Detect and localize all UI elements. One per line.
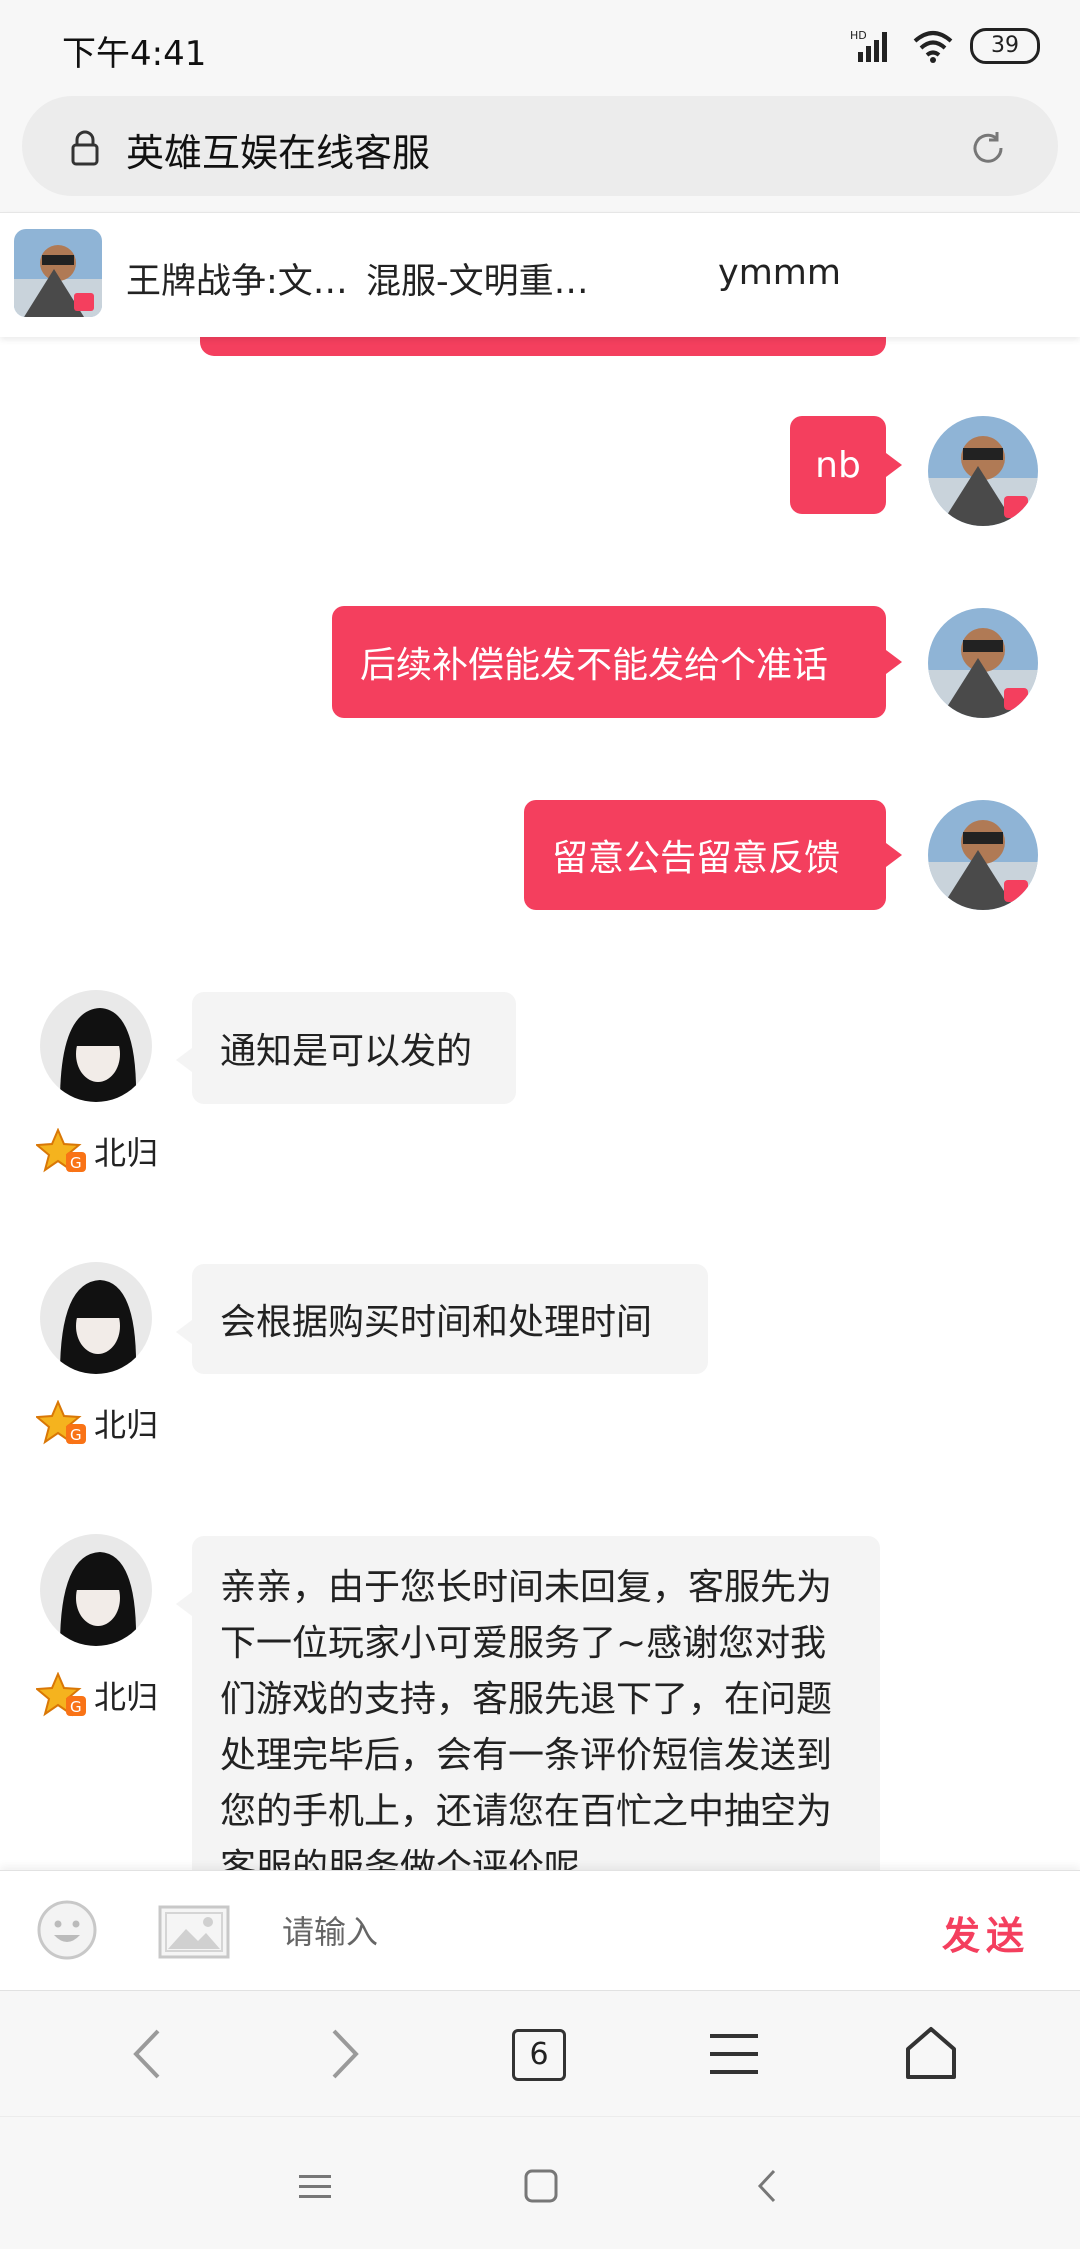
agent-avatar[interactable] <box>40 1534 152 1646</box>
level-star-icon: G <box>36 1128 86 1173</box>
level-star-icon: G <box>36 1672 86 1717</box>
user-avatar[interactable] <box>928 608 1038 718</box>
network-type-label: HD <box>850 29 867 42</box>
status-time: 下午4:41 <box>62 34 207 74</box>
agent-name: 北归 <box>94 1678 159 1716</box>
svg-text:G: G <box>70 1426 82 1444</box>
incoming-message: 通知是可以发的 <box>176 992 516 1104</box>
agent-name: 北归 <box>94 1406 159 1444</box>
browser-address-area: 英雄互娱在线客服 <box>0 92 1080 212</box>
agent-name-row: G 北归 <box>36 1128 158 1174</box>
menu-icon[interactable] <box>708 2031 760 2077</box>
message-input[interactable] <box>280 1901 844 1963</box>
home-icon[interactable] <box>904 2025 958 2081</box>
reload-icon[interactable] <box>968 128 1008 168</box>
agent-name-row: G 北归 <box>36 1672 158 1718</box>
battery-indicator: 39 <box>970 28 1040 64</box>
forward-arrow-icon[interactable] <box>324 2025 364 2083</box>
system-nav-bar <box>0 2116 1080 2249</box>
server-name: 混服-文明重… <box>366 262 589 302</box>
agent-name: 北归 <box>94 1134 159 1172</box>
outgoing-message: 后续补偿能发不能发给个准话 <box>332 606 902 718</box>
tab-count-button[interactable]: 6 <box>512 2029 566 2081</box>
user-avatar[interactable] <box>928 800 1038 910</box>
emoji-icon[interactable] <box>36 1899 98 1961</box>
send-button[interactable]: 发送 <box>942 1905 1030 1960</box>
outgoing-message: 留意公告留意反馈 <box>524 800 902 910</box>
back-arrow-icon[interactable] <box>128 2025 168 2083</box>
message-input-bar: 发送 <box>0 1870 1080 1991</box>
agent-avatar[interactable] <box>40 990 152 1102</box>
game-name: 王牌战争:文… <box>126 262 348 302</box>
cellular-signal-icon: HD <box>850 29 887 62</box>
level-star-icon: G <box>36 1400 86 1445</box>
svg-text:G: G <box>70 1154 82 1172</box>
system-home-icon[interactable] <box>524 2169 558 2203</box>
image-icon[interactable] <box>158 1905 230 1959</box>
incoming-message: 亲亲，由于您长时间未回复，客服先为下一位玩家小可爱服务了~感谢您对我们游戏的支持… <box>176 1536 880 1870</box>
lock-icon <box>71 130 99 166</box>
previous-message-bubble <box>200 336 886 356</box>
browser-toolbar: 6 <box>0 1990 1080 2117</box>
system-back-icon[interactable] <box>754 2167 780 2205</box>
chat-messages[interactable]: nb 后续补偿能发不能发给个准话 留意公告留意反馈 通知是可以发的 G 北归 会… <box>0 336 1080 1870</box>
user-avatar[interactable] <box>928 416 1038 526</box>
outgoing-message: nb <box>790 416 902 514</box>
agent-name-row: G 北归 <box>36 1400 158 1446</box>
recent-apps-icon[interactable] <box>298 2173 332 2201</box>
status-icons: HD 39 <box>850 24 1040 68</box>
url-bar[interactable]: 英雄互娱在线客服 <box>22 96 1058 196</box>
agent-avatar[interactable] <box>40 1262 152 1374</box>
game-avatar <box>14 229 102 317</box>
incoming-message: 会根据购买时间和处理时间 <box>176 1264 708 1374</box>
wifi-icon <box>913 31 953 63</box>
player-name: ymmm <box>718 253 841 293</box>
svg-text:G: G <box>70 1698 82 1716</box>
status-bar: 下午4:41 HD 39 <box>0 0 1080 92</box>
page-title: 英雄互娱在线客服 <box>126 131 431 175</box>
chat-header: 王牌战争:文… 混服-文明重… ymmm <box>0 212 1080 337</box>
